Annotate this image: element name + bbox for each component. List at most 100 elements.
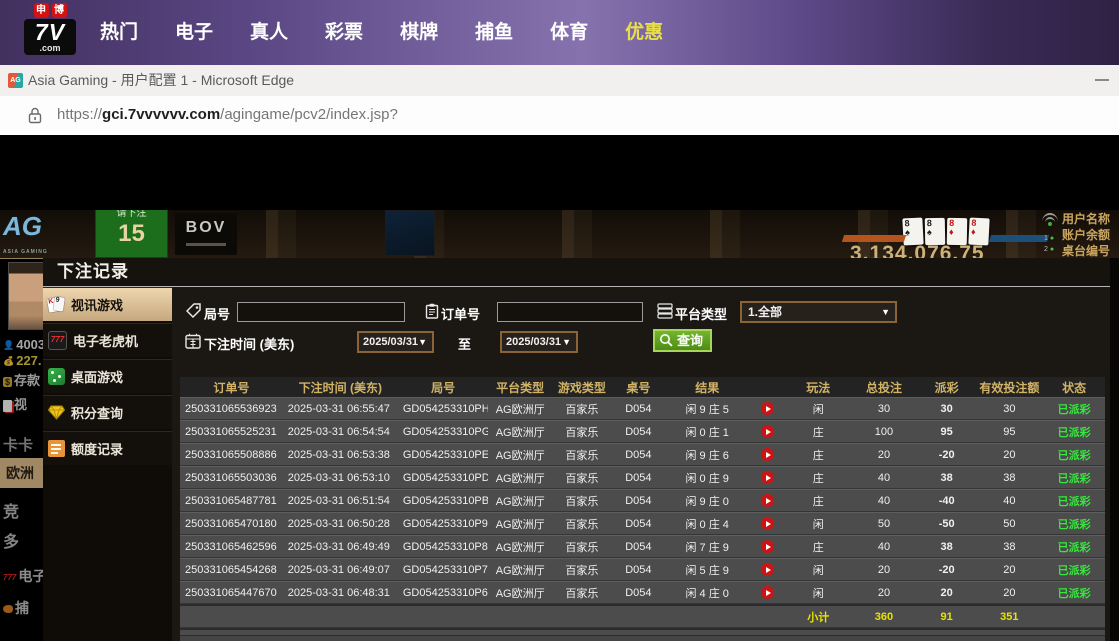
sidebar-item-视讯游戏[interactable]: K9视讯游戏 [43, 287, 172, 321]
nav-item-彩票[interactable]: 彩票 [325, 0, 363, 65]
sidebar-item-积分查询[interactable]: 积分查询 [43, 395, 172, 429]
sidebar-item-label: 积分查询 [71, 403, 123, 422]
platform-select[interactable]: 1.全部▼ [740, 301, 897, 323]
column-header-玩法: 玩法 [786, 377, 850, 397]
pool-amount: 3,134,076.75 [850, 242, 985, 259]
cell-side: 庄 [786, 420, 850, 443]
cell-bet: 20 [850, 443, 918, 466]
ag-logo: AGASIA GAMING [3, 213, 48, 259]
card-suit: ♦ [949, 228, 967, 237]
replay-play-button[interactable] [761, 540, 774, 553]
subtotal-row-spacer [283, 604, 398, 628]
nav-item-捕鱼[interactable]: 捕鱼 [475, 0, 513, 65]
status-badge: 已派彩 [1058, 519, 1091, 531]
platform-label: 平台类型 [675, 304, 727, 323]
subtotal-row-status [1043, 604, 1105, 628]
cell-time: 2025-03-31 06:49:07 [283, 558, 398, 581]
card-suit: ♠ [905, 227, 923, 237]
subtotal-row-spacer [665, 604, 749, 628]
background-item-竞: 竞 [3, 498, 19, 522]
cell-valid: 30 [975, 397, 1043, 420]
sidebar-item-电子老虎机[interactable]: 777电子老虎机 [43, 323, 172, 357]
nav-item-优惠[interactable]: 优惠 [625, 0, 663, 65]
subtotal-row: 小计36091351 [180, 604, 1105, 628]
search-button[interactable]: 查询 [653, 329, 712, 352]
cell-payout: 30 [918, 397, 976, 420]
replay-play-button[interactable] [761, 448, 774, 461]
cell-side: 闲 [786, 581, 850, 604]
lock-icon [28, 107, 42, 124]
replay-play-button[interactable] [761, 494, 774, 507]
ag-favicon: AG [8, 73, 23, 88]
dice-icon [48, 368, 65, 385]
site-logo[interactable]: 申 博 7V .com [18, 3, 82, 55]
column-header-游戏类型: 游戏类型 [552, 377, 612, 397]
nav-item-棋牌[interactable]: 棋牌 [400, 0, 438, 65]
sidebar-item-桌面游戏[interactable]: 桌面游戏 [43, 359, 172, 393]
username-label: 用户名称 [1062, 211, 1110, 227]
cell-status: 已派彩 [1043, 581, 1105, 604]
nav-item-热门[interactable]: 热门 [100, 0, 138, 65]
url-bar[interactable]: https://gci.7vvvvvv.com/agingame/pcv2/in… [0, 96, 1119, 136]
nav-item-真人[interactable]: 真人 [250, 0, 288, 65]
cell-bet: 40 [850, 466, 918, 489]
date-from-select[interactable]: 2025/03/31▼ [357, 331, 434, 353]
cards-icon [3, 400, 12, 412]
table-row: 2503310655252312025-03-31 06:54:54GD0542… [180, 420, 1105, 443]
subtotal-row-spacer [180, 604, 283, 628]
window-titlebar: AG Asia Gaming - 用户配置 1 - Microsoft Edge [0, 65, 1119, 97]
cell-side: 庄 [786, 535, 850, 558]
status-badge: 已派彩 [1058, 588, 1091, 600]
cell-result: 闲 5 庄 9 [665, 558, 749, 581]
cell-result: 闲 0 庄 1 [665, 420, 749, 443]
cell-bet: 40 [850, 489, 918, 512]
panel-header: 下注记录 [43, 258, 1110, 287]
order-input[interactable] [497, 302, 643, 322]
column-header-订单号: 订单号 [180, 377, 283, 397]
cell-bet: 20 [850, 558, 918, 581]
player-bar [989, 235, 1049, 242]
subtotal-row-bet: 360 [850, 604, 918, 628]
cell-play [749, 535, 786, 558]
cell-platform: AG欧洲厅 [488, 420, 552, 443]
date-to-select[interactable]: 2025/03/31▼ [500, 331, 578, 353]
cell-valid: 20 [975, 581, 1043, 604]
table-row: 2503310654625962025-03-31 06:49:49GD0542… [180, 535, 1105, 558]
nav-item-体育[interactable]: 体育 [550, 0, 588, 65]
background-left-column: 👤4003💰227.$存款视卡卡竞多777电子捕 欧洲 [0, 258, 45, 641]
sidebar-item-额度记录[interactable]: 额度记录 [43, 431, 172, 465]
background-menu-highlight: 欧洲 [0, 458, 45, 488]
cell-table: D054 [612, 420, 665, 443]
user-info: 1 ●2 ● 用户名称 账户余额 桌台编号 [1042, 211, 1110, 259]
cell-table: D054 [612, 558, 665, 581]
cell-valid: 95 [975, 420, 1043, 443]
replay-play-button[interactable] [761, 425, 774, 438]
column-header-play [749, 377, 786, 397]
subtotal-row-spacer [612, 604, 665, 628]
url-text[interactable]: https://gci.7vvvvvv.com/agingame/pcv2/in… [57, 96, 398, 134]
replay-play-button[interactable] [761, 563, 774, 576]
replay-play-button[interactable] [761, 471, 774, 484]
background-item-多: 多 [3, 528, 19, 552]
sidebar-item-label: 额度记录 [71, 439, 123, 458]
background-item-227.: 💰227. [3, 353, 42, 368]
subtotal-row-valid: 351 [975, 604, 1043, 628]
replay-play-button[interactable] [761, 402, 774, 415]
cell-time: 2025-03-31 06:53:38 [283, 443, 398, 466]
column-header-下注时间 (美东): 下注时间 (美东) [283, 377, 398, 397]
cell-table: D054 [612, 489, 665, 512]
cell-status: 已派彩 [1043, 489, 1105, 512]
cell-play [749, 489, 786, 512]
cell-platform: AG欧洲厅 [488, 397, 552, 420]
panel-sidebar: K9视讯游戏777电子老虎机桌面游戏积分查询额度记录 [43, 287, 172, 641]
nav-item-电子[interactable]: 电子 [175, 0, 213, 65]
replay-play-button[interactable] [761, 517, 774, 530]
round-input[interactable] [237, 302, 405, 322]
status-badge: 已派彩 [1058, 404, 1091, 416]
replay-play-button[interactable] [761, 586, 774, 599]
slot-777-icon: 777 [48, 331, 67, 350]
fish-icon [3, 605, 13, 613]
minimize-button[interactable] [1095, 79, 1109, 81]
status-badge: 已派彩 [1058, 496, 1091, 508]
cell-round: GD054253310PB [398, 489, 488, 512]
